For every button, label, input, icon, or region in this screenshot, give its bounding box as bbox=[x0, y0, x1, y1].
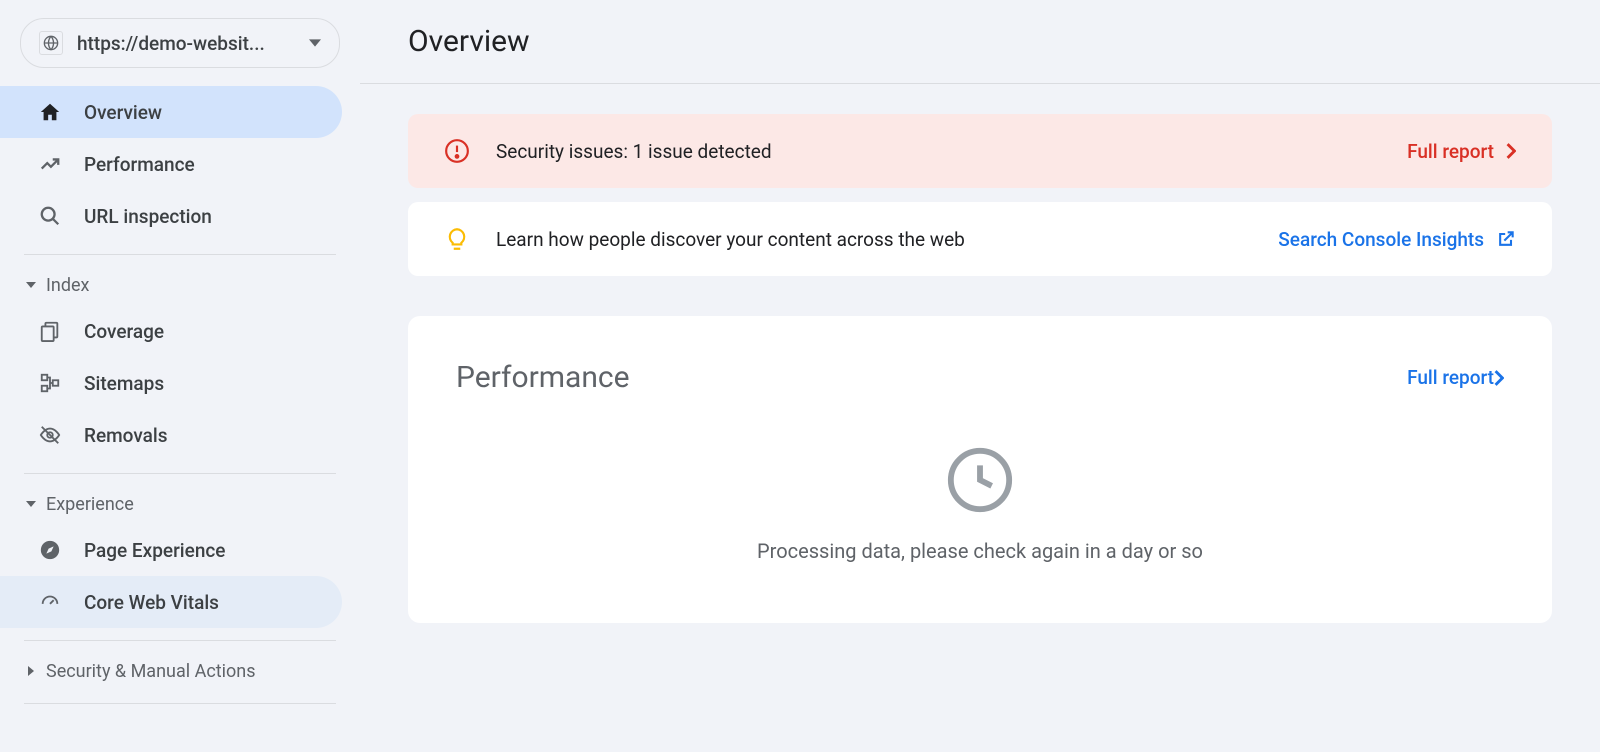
divider bbox=[24, 703, 336, 704]
caret-down-icon bbox=[309, 37, 321, 49]
sidebar-item-overview[interactable]: Overview bbox=[0, 86, 342, 138]
security-banner-text: Security issues: 1 issue detected bbox=[496, 140, 1407, 163]
link-label: Full report bbox=[1407, 140, 1494, 163]
sidebar-item-label: Performance bbox=[84, 153, 195, 176]
property-url: https://demo-websit... bbox=[77, 32, 309, 55]
link-label: Search Console Insights bbox=[1278, 228, 1484, 251]
divider bbox=[24, 254, 336, 255]
card-title: Performance bbox=[456, 360, 1407, 395]
sidebar: https://demo-websit... Overview Performa… bbox=[0, 0, 360, 752]
sidebar-item-core-web-vitals[interactable]: Core Web Vitals bbox=[0, 576, 342, 628]
external-link-icon bbox=[1496, 229, 1516, 249]
sidebar-item-url-inspection[interactable]: URL inspection bbox=[0, 190, 342, 242]
main-content: Overview Security issues: 1 issue detect… bbox=[360, 0, 1600, 752]
caret-down-icon bbox=[26, 280, 36, 290]
insights-banner: Learn how people discover your content a… bbox=[408, 202, 1552, 276]
caret-down-icon bbox=[26, 499, 36, 509]
sidebar-item-page-experience[interactable]: Page Experience bbox=[0, 524, 342, 576]
section-header-experience[interactable]: Experience bbox=[0, 484, 360, 524]
lightbulb-icon bbox=[444, 226, 470, 252]
sidebar-item-label: Overview bbox=[84, 101, 162, 124]
speed-icon bbox=[38, 590, 62, 614]
sidebar-item-performance[interactable]: Performance bbox=[0, 138, 342, 190]
sidebar-item-removals[interactable]: Removals bbox=[0, 409, 342, 461]
home-icon bbox=[38, 100, 62, 124]
chevron-right-icon bbox=[1494, 370, 1504, 386]
sidebar-item-label: Page Experience bbox=[84, 539, 226, 562]
sitemap-icon bbox=[38, 371, 62, 395]
compass-icon bbox=[38, 538, 62, 562]
globe-icon bbox=[39, 31, 63, 55]
insights-banner-text: Learn how people discover your content a… bbox=[496, 228, 1278, 251]
performance-full-report-link[interactable]: Full report bbox=[1407, 366, 1504, 389]
security-banner: Security issues: 1 issue detected Full r… bbox=[408, 114, 1552, 188]
performance-card: Performance Full report Processing data,… bbox=[408, 316, 1552, 623]
insights-link[interactable]: Search Console Insights bbox=[1278, 228, 1516, 251]
divider bbox=[24, 640, 336, 641]
eye-off-icon bbox=[38, 423, 62, 447]
sidebar-item-label: Coverage bbox=[84, 320, 164, 343]
clock-icon bbox=[945, 445, 1015, 515]
divider bbox=[24, 473, 336, 474]
section-label: Index bbox=[46, 275, 89, 296]
sidebar-item-label: Removals bbox=[84, 424, 167, 447]
section-header-index[interactable]: Index bbox=[0, 265, 360, 305]
sidebar-item-label: Core Web Vitals bbox=[84, 591, 219, 614]
chevron-right-icon bbox=[1506, 143, 1516, 159]
processing-text: Processing data, please check again in a… bbox=[757, 539, 1203, 563]
section-header-security[interactable]: Security & Manual Actions bbox=[0, 651, 360, 691]
property-selector[interactable]: https://demo-websit... bbox=[20, 18, 340, 68]
card-body: Processing data, please check again in a… bbox=[456, 445, 1504, 563]
page-title: Overview bbox=[360, 0, 1600, 84]
trend-icon bbox=[38, 152, 62, 176]
sidebar-item-label: URL inspection bbox=[84, 205, 212, 228]
coverage-icon bbox=[38, 319, 62, 343]
security-full-report-link[interactable]: Full report bbox=[1407, 140, 1516, 163]
sidebar-item-sitemaps[interactable]: Sitemaps bbox=[0, 357, 342, 409]
sidebar-item-label: Sitemaps bbox=[84, 372, 164, 395]
sidebar-item-coverage[interactable]: Coverage bbox=[0, 305, 342, 357]
search-icon bbox=[38, 204, 62, 228]
alert-icon bbox=[444, 138, 470, 164]
card-header: Performance Full report bbox=[456, 360, 1504, 395]
caret-right-icon bbox=[26, 666, 36, 676]
link-label: Full report bbox=[1407, 366, 1494, 389]
section-label: Security & Manual Actions bbox=[46, 661, 256, 682]
content-area: Security issues: 1 issue detected Full r… bbox=[360, 84, 1600, 623]
section-label: Experience bbox=[46, 494, 134, 515]
